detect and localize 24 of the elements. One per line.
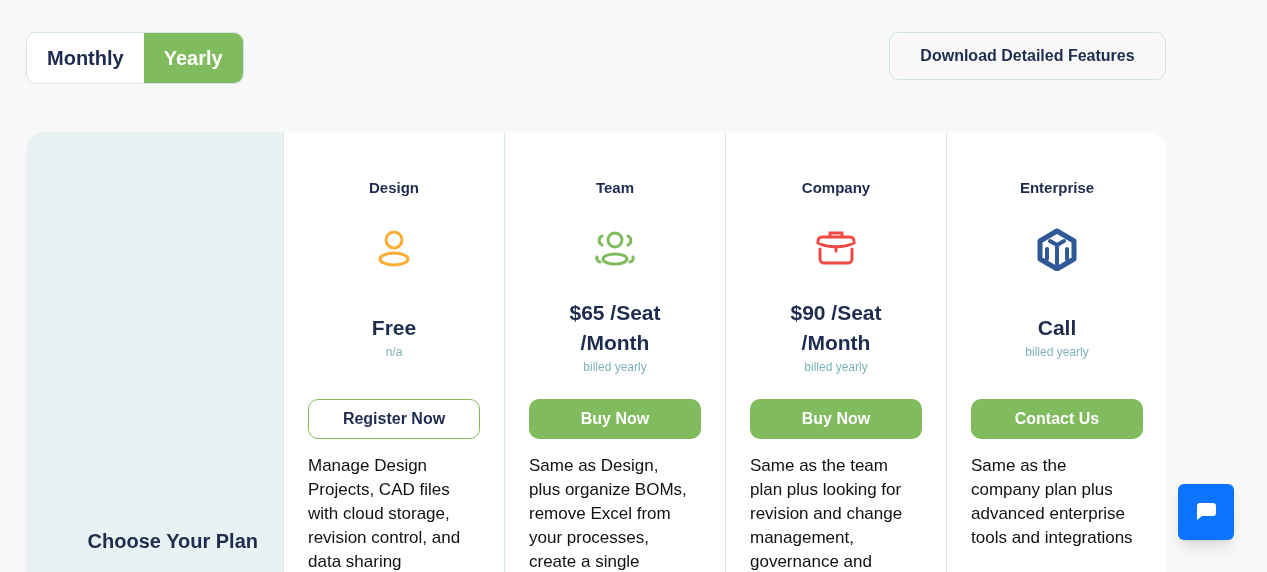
chat-button[interactable] <box>1178 484 1234 540</box>
plan-description: Manage Design Projects, CAD files with cloud storage, revision control, and data sharing <box>308 455 462 572</box>
price-note: n/a <box>385 344 403 361</box>
plan-price: Free <box>370 315 418 341</box>
plan-name: Design <box>369 179 419 197</box>
buy-button[interactable]: Buy Now <box>750 399 922 439</box>
price-note: billed yearly <box>804 359 868 376</box>
register-button[interactable]: Register Now <box>308 399 480 439</box>
plan-name: Company <box>801 179 871 197</box>
buy-button[interactable]: Contact Us <box>971 399 1143 439</box>
plan-description: Same as the company plan plus advanced enterprise tools and integrations <box>971 455 1134 549</box>
plan-price: Call <box>1036 315 1078 341</box>
download-button[interactable]: Download Detailed Features <box>889 32 1166 80</box>
sidebar-heading: Choose Your Plan <box>87 529 258 554</box>
buy-button[interactable]: Buy Now <box>529 399 701 439</box>
plan-description: Same as the team plan plus looking for revision and change management, governance and <box>750 455 904 572</box>
billing-tab[interactable]: Yearly <box>143 33 243 83</box>
plan-description: Same as Design, plus organize BOMs, remove Excel from your processes, create a single <box>529 455 688 572</box>
plan-price: $65 /Seat /Month <box>568 300 662 356</box>
plan-name: Enterprise <box>1019 179 1095 197</box>
price-note: billed yearly <box>583 359 647 376</box>
plan-name: Team <box>595 179 635 197</box>
plan-price: $90 /Seat /Month <box>789 300 883 356</box>
price-note: billed yearly <box>1025 344 1089 361</box>
